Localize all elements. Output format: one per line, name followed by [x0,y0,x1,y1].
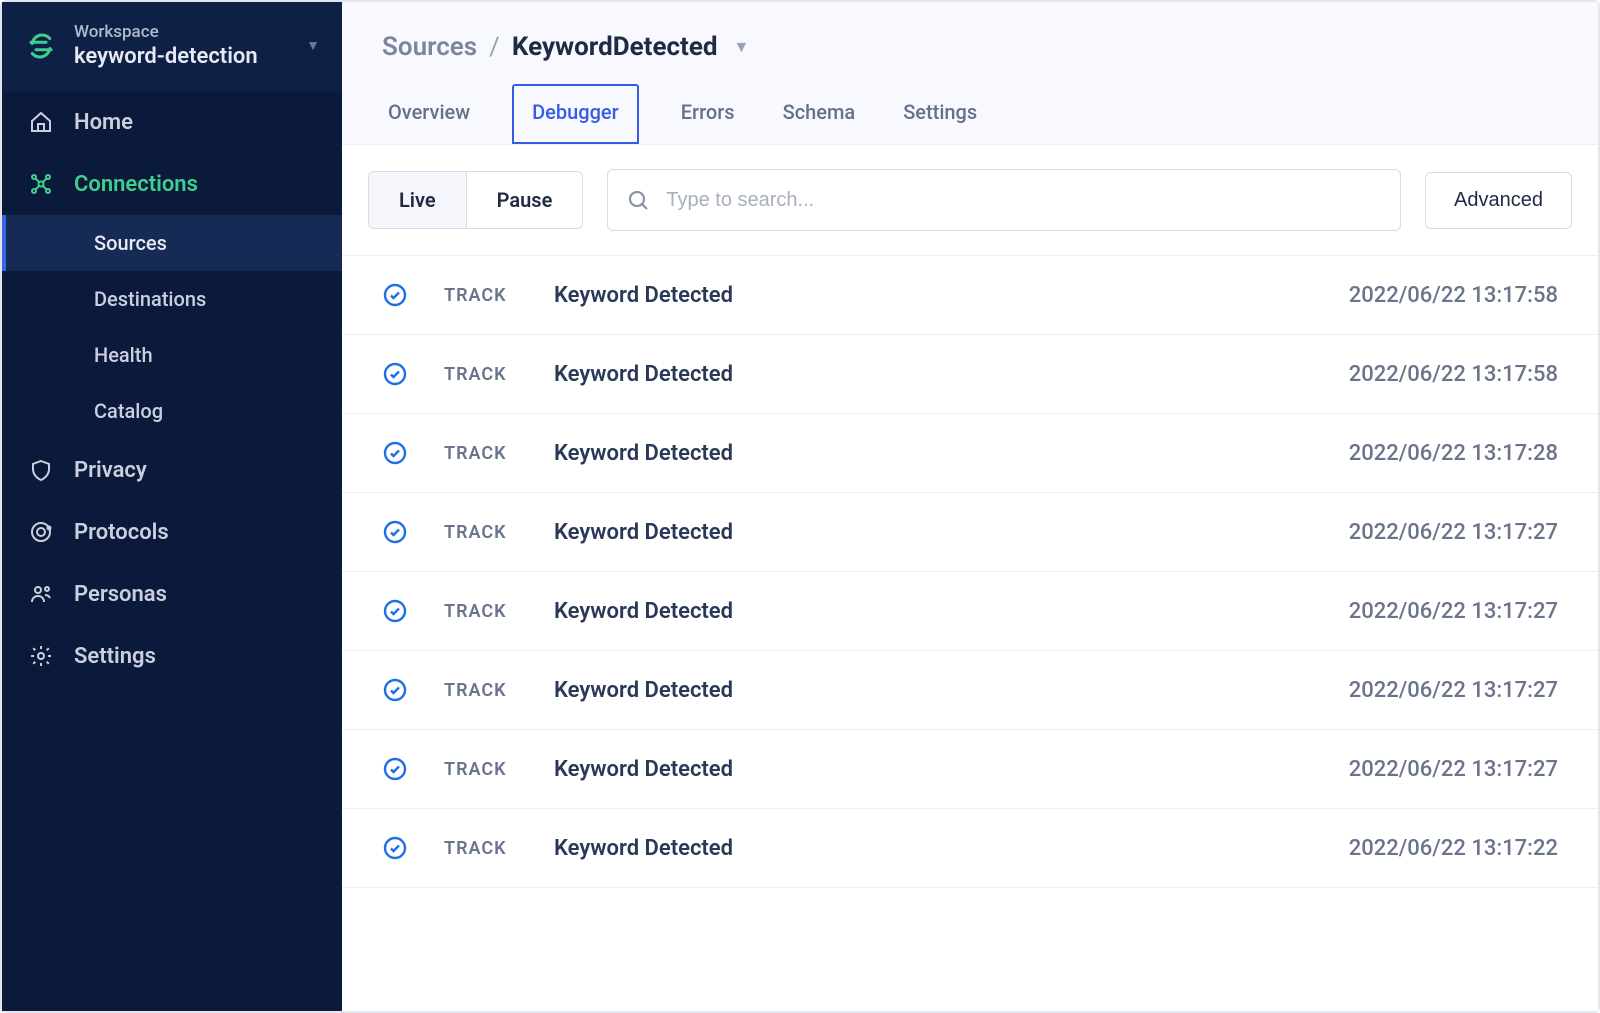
segment-logo-icon [24,29,58,63]
sidebar-item-label: Connections [74,172,198,197]
event-type: TRACK [444,680,554,701]
event-row[interactable]: TRACKKeyword Detected2022/06/22 13:17:27 [342,730,1598,809]
event-type: TRACK [444,601,554,622]
event-row[interactable]: TRACKKeyword Detected2022/06/22 13:17:58 [342,256,1598,335]
sidebar-item-label: Privacy [74,458,147,483]
subnav-label: Destinations [94,287,206,311]
breadcrumb: Sources / KeywordDetected ▼ [382,32,1558,84]
subnav-item-health[interactable]: Health [2,327,342,383]
sidebar: Workspace keyword-detection ▼ Home Conne… [2,2,342,1011]
workspace-name: keyword-detection [74,44,290,69]
event-name: Keyword Detected [554,836,1349,861]
sidebar-item-connections[interactable]: Connections [2,153,342,215]
event-timestamp: 2022/06/22 13:17:27 [1349,599,1558,624]
subnav-item-destinations[interactable]: Destinations [2,271,342,327]
check-circle-icon [382,440,408,466]
subnav-item-catalog[interactable]: Catalog [2,383,342,439]
tabs: Overview Debugger Errors Schema Settings [382,84,1558,144]
event-name: Keyword Detected [554,362,1349,387]
chevron-down-icon: ▼ [306,37,320,54]
event-name: Keyword Detected [554,678,1349,703]
event-name: Keyword Detected [554,520,1349,545]
sidebar-item-personas[interactable]: Personas [2,563,342,625]
home-icon [28,109,54,135]
event-timestamp: 2022/06/22 13:17:27 [1349,757,1558,782]
search-icon [626,188,650,212]
subnav-item-sources[interactable]: Sources [2,215,342,271]
sidebar-item-label: Personas [74,582,167,607]
sidebar-item-label: Protocols [74,520,169,545]
event-timestamp: 2022/06/22 13:17:28 [1349,441,1558,466]
event-type: TRACK [444,285,554,306]
toolbar: Live Pause Advanced [342,145,1598,255]
event-row[interactable]: TRACKKeyword Detected2022/06/22 13:17:27 [342,572,1598,651]
breadcrumb-current[interactable]: KeywordDetected [512,32,718,62]
advanced-button[interactable]: Advanced [1425,172,1572,229]
sidebar-item-settings[interactable]: Settings [2,625,342,687]
tab-settings[interactable]: Settings [897,84,983,144]
check-circle-icon [382,598,408,624]
page-header: Sources / KeywordDetected ▼ Overview Deb… [342,2,1598,145]
check-circle-icon [382,361,408,387]
event-timestamp: 2022/06/22 13:17:27 [1349,678,1558,703]
event-row[interactable]: TRACKKeyword Detected2022/06/22 13:17:28 [342,414,1598,493]
search-bar[interactable] [607,169,1401,231]
check-circle-icon [382,677,408,703]
workspace-switcher[interactable]: Workspace keyword-detection ▼ [2,2,342,91]
subnav-label: Sources [94,231,167,255]
workspace-label: Workspace [74,22,290,42]
breadcrumb-sep: / [489,32,500,62]
breadcrumb-root[interactable]: Sources [382,32,477,62]
chevron-down-icon[interactable]: ▼ [734,37,750,57]
sidebar-item-privacy[interactable]: Privacy [2,439,342,501]
event-type: TRACK [444,838,554,859]
sidebar-item-home[interactable]: Home [2,91,342,153]
check-circle-icon [382,756,408,782]
event-row[interactable]: TRACKKeyword Detected2022/06/22 13:17:27 [342,651,1598,730]
event-row[interactable]: TRACKKeyword Detected2022/06/22 13:17:58 [342,335,1598,414]
check-circle-icon [382,835,408,861]
protocols-icon [28,519,54,545]
live-pause-toggle: Live Pause [368,171,583,229]
event-name: Keyword Detected [554,283,1349,308]
sidebar-item-label: Home [74,110,133,135]
event-row[interactable]: TRACKKeyword Detected2022/06/22 13:17:27 [342,493,1598,572]
connections-icon [28,171,54,197]
sidebar-item-label: Settings [74,644,156,669]
gear-icon [28,643,54,669]
event-row[interactable]: TRACKKeyword Detected2022/06/22 13:17:22 [342,809,1598,888]
shield-icon [28,457,54,483]
event-type: TRACK [444,443,554,464]
event-name: Keyword Detected [554,599,1349,624]
personas-icon [28,581,54,607]
events-list: TRACKKeyword Detected2022/06/22 13:17:58… [342,255,1598,1011]
event-timestamp: 2022/06/22 13:17:22 [1349,836,1558,861]
event-name: Keyword Detected [554,757,1349,782]
subnav-label: Health [94,343,153,367]
search-input[interactable] [666,189,1382,212]
connections-subnav: Sources Destinations Health Catalog [2,215,342,439]
tab-schema[interactable]: Schema [777,84,862,144]
tab-errors[interactable]: Errors [675,84,741,144]
check-circle-icon [382,519,408,545]
event-timestamp: 2022/06/22 13:17:27 [1349,520,1558,545]
event-type: TRACK [444,759,554,780]
tab-overview[interactable]: Overview [382,84,476,144]
toggle-live[interactable]: Live [369,172,467,228]
sidebar-item-protocols[interactable]: Protocols [2,501,342,563]
event-name: Keyword Detected [554,441,1349,466]
event-type: TRACK [444,364,554,385]
tab-debugger[interactable]: Debugger [512,84,639,144]
main-content: Sources / KeywordDetected ▼ Overview Deb… [342,2,1598,1011]
event-type: TRACK [444,522,554,543]
event-timestamp: 2022/06/22 13:17:58 [1349,362,1558,387]
event-timestamp: 2022/06/22 13:17:58 [1349,283,1558,308]
toggle-pause[interactable]: Pause [467,172,583,228]
subnav-label: Catalog [94,399,163,423]
check-circle-icon [382,282,408,308]
